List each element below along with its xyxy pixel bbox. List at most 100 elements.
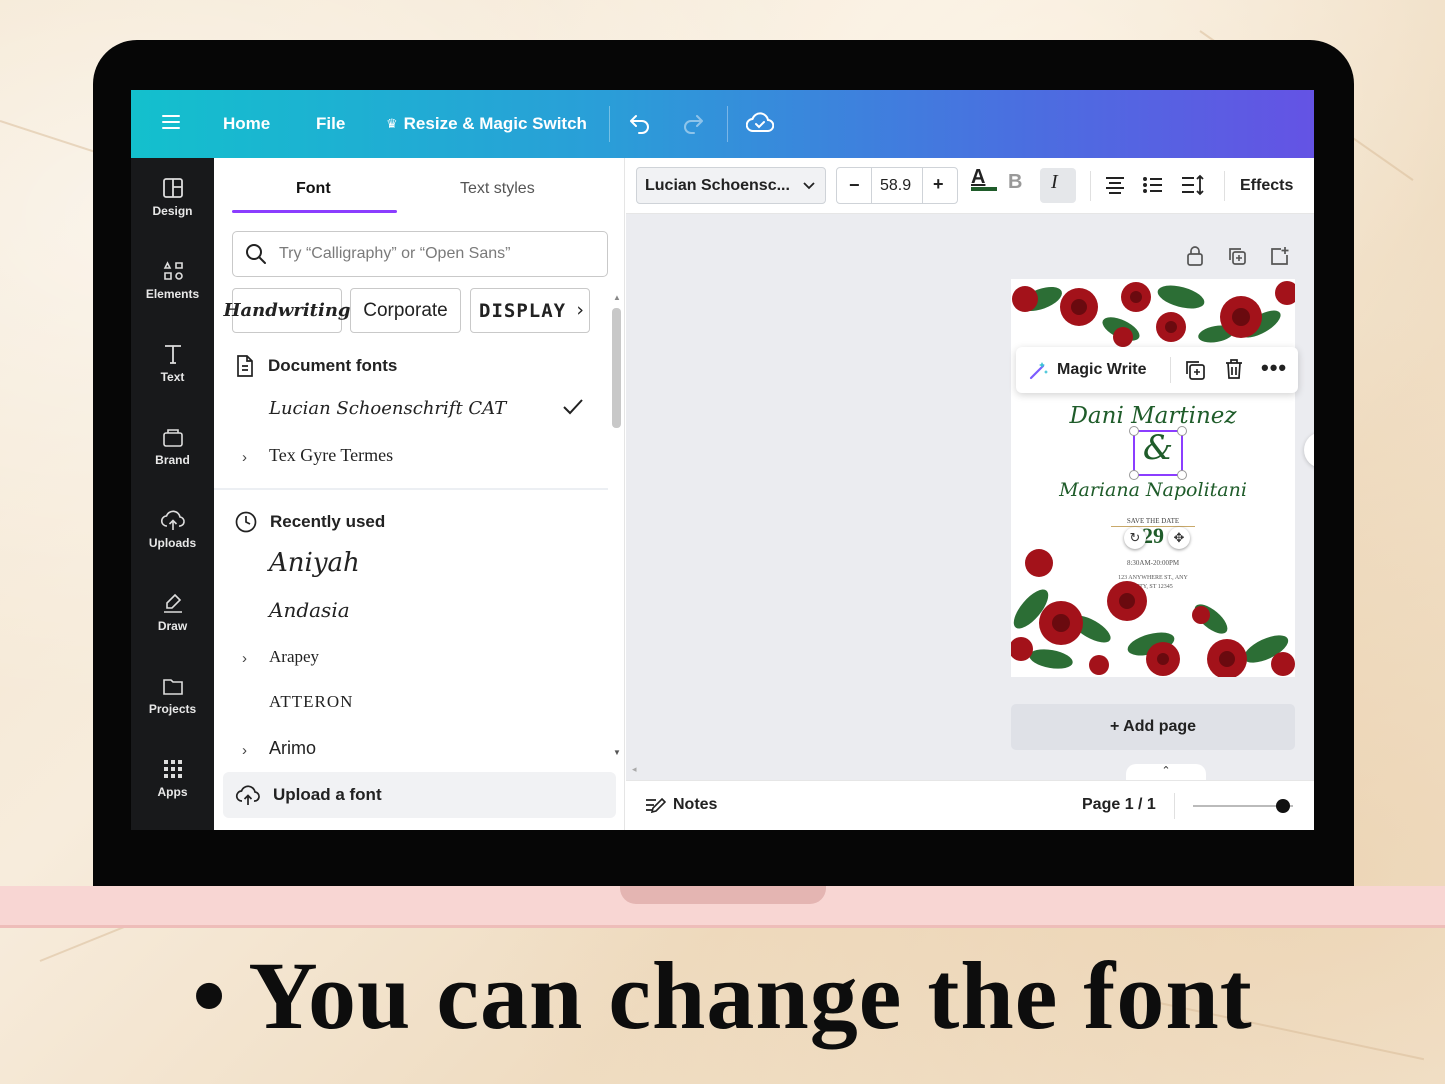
font-option[interactable]: Aniyah (269, 548, 360, 578)
topbar-divider (727, 106, 728, 142)
canvas-area: Dani Martinez & Mariana Napolitani SAVE … (626, 214, 1314, 780)
font-search-input[interactable]: Try “Calligraphy” or “Open Sans” (232, 231, 608, 277)
rail-item-brand[interactable]: Brand (131, 425, 214, 495)
side-panel-toggle[interactable] (1304, 432, 1314, 468)
font-option[interactable]: Lucian Schoenschrift CAT (269, 398, 506, 419)
text-color-button[interactable]: A (971, 166, 997, 191)
draw-icon (163, 593, 182, 613)
rail-item-apps[interactable]: Apps (131, 757, 214, 827)
notes-icon[interactable] (644, 796, 667, 821)
tab-text-styles[interactable]: Text styles (460, 180, 535, 198)
hamburger-icon[interactable] (161, 112, 181, 132)
chevron-right-icon[interactable]: › (242, 742, 247, 759)
rail-item-text[interactable]: Text (131, 342, 214, 412)
move-handle-icon[interactable]: ✥ (1168, 527, 1190, 549)
search-icon (246, 244, 266, 264)
design-page[interactable]: Dani Martinez & Mariana Napolitani SAVE … (1011, 279, 1295, 677)
resize-handle[interactable] (1177, 426, 1187, 436)
roses-top-illustration (1011, 279, 1295, 347)
undo-icon[interactable] (628, 112, 652, 134)
rail-item-draw[interactable]: Draw (131, 591, 214, 661)
chevron-right-icon[interactable]: › (576, 299, 585, 321)
projects-icon (162, 679, 183, 695)
add-page-icon[interactable] (1269, 246, 1289, 271)
cloud-saved-icon[interactable] (746, 112, 774, 134)
effects-button[interactable]: Effects (1240, 177, 1293, 195)
editor-footer: Notes Page 1 / 1 (626, 780, 1314, 830)
font-option[interactable]: ATTERON (269, 692, 353, 712)
font-option[interactable]: Arapey (269, 647, 319, 667)
file-menu[interactable]: File (316, 114, 345, 134)
upload-cloud-icon (235, 785, 260, 805)
scroll-up-icon[interactable]: ▲ (613, 293, 621, 302)
rail-item-uploads[interactable]: Uploads (131, 508, 214, 578)
document-icon (237, 355, 253, 377)
elements-icon (163, 261, 183, 280)
decrease-size-button[interactable]: − (849, 175, 860, 196)
add-page-button[interactable]: + Add page (1011, 704, 1295, 750)
italic-button-bg (1040, 168, 1076, 203)
page-indicator[interactable]: Page 1 / 1 (1082, 796, 1156, 814)
magic-write-icon (1028, 359, 1050, 386)
apps-icon (163, 760, 182, 778)
brand-icon (162, 429, 183, 447)
text-icon (164, 345, 181, 364)
ampersand-text[interactable]: & (1135, 428, 1181, 468)
magic-write-button[interactable]: Magic Write (1057, 361, 1147, 379)
scroll-thumb[interactable] (612, 308, 621, 428)
font-size-value[interactable]: 58.9 (880, 177, 911, 195)
active-tab-indicator (232, 210, 397, 213)
couple-name-2[interactable]: Mariana Napolitani (1011, 479, 1295, 501)
scroll-left-icon[interactable]: ◂ (632, 764, 637, 775)
italic-button[interactable]: I (1051, 171, 1058, 194)
rail-label: Apps (157, 785, 188, 799)
font-option[interactable]: Tex Gyre Termes (269, 445, 393, 466)
tab-font[interactable]: Font (296, 180, 331, 198)
duplicate-icon[interactable] (1184, 359, 1206, 386)
rail-item-projects[interactable]: Projects (131, 674, 214, 744)
duplicate-page-icon[interactable] (1227, 246, 1247, 271)
chevron-down-icon (803, 182, 815, 190)
lock-icon[interactable] (1186, 246, 1204, 271)
increase-size-button[interactable]: + (933, 174, 944, 195)
trash-icon[interactable] (1224, 358, 1244, 385)
rail-item-elements[interactable]: Elements (131, 259, 214, 329)
chevron-right-icon[interactable]: › (242, 650, 247, 667)
couple-name-1[interactable]: Dani Martinez (1011, 403, 1295, 429)
panel-scrollbar[interactable]: ▲ ▼ (610, 293, 623, 763)
line-spacing-icon[interactable] (1180, 174, 1206, 201)
chip-handwriting[interactable]: Handwriting (224, 288, 351, 333)
section-title: Document fonts (268, 356, 398, 375)
left-rail: Design Elements Text Brand Uploads Draw … (131, 158, 214, 830)
resize-magic-switch-button[interactable]: ♛ Resize & Magic Switch (386, 114, 587, 134)
align-center-icon[interactable] (1104, 176, 1126, 199)
scroll-down-icon[interactable]: ▼ (613, 748, 621, 757)
bold-button[interactable]: B (1008, 171, 1022, 194)
text-toolbar: Lucian Schoensc... − 58.9 + A B I Effect… (626, 158, 1314, 214)
selected-text-box[interactable]: & (1129, 426, 1187, 480)
bullet-list-icon[interactable] (1142, 176, 1164, 199)
font-family-dropdown[interactable]: Lucian Schoensc... (636, 167, 826, 204)
font-option[interactable]: Arimo (269, 738, 316, 759)
resize-handle[interactable] (1129, 426, 1139, 436)
date-day-text[interactable]: 29 (1011, 523, 1295, 549)
chevron-right-icon[interactable]: › (242, 449, 247, 466)
upload-font-button[interactable]: Upload a font (223, 772, 616, 818)
rail-item-design[interactable]: Design (131, 176, 214, 246)
chip-display[interactable]: DISPLAY › (470, 288, 590, 333)
font-option[interactable]: Andasia (269, 598, 350, 622)
notes-button[interactable]: Notes (673, 796, 717, 814)
zoom-slider-thumb[interactable] (1276, 799, 1290, 813)
redo-icon[interactable] (681, 112, 705, 134)
font-size-stepper[interactable]: − 58.9 + (836, 167, 958, 204)
rotate-handle-icon[interactable]: ↻ (1124, 527, 1146, 549)
stepper-divider (871, 168, 872, 203)
section-divider (214, 488, 608, 490)
chevron-up-icon[interactable]: ⌃ (1126, 764, 1206, 780)
more-options-icon[interactable]: ••• (1261, 355, 1287, 381)
section-title: Recently used (270, 512, 386, 531)
menu-divider (1170, 357, 1171, 383)
home-menu[interactable]: Home (223, 114, 270, 134)
rail-label: Text (160, 370, 185, 384)
chip-corporate[interactable]: Corporate (350, 288, 461, 333)
